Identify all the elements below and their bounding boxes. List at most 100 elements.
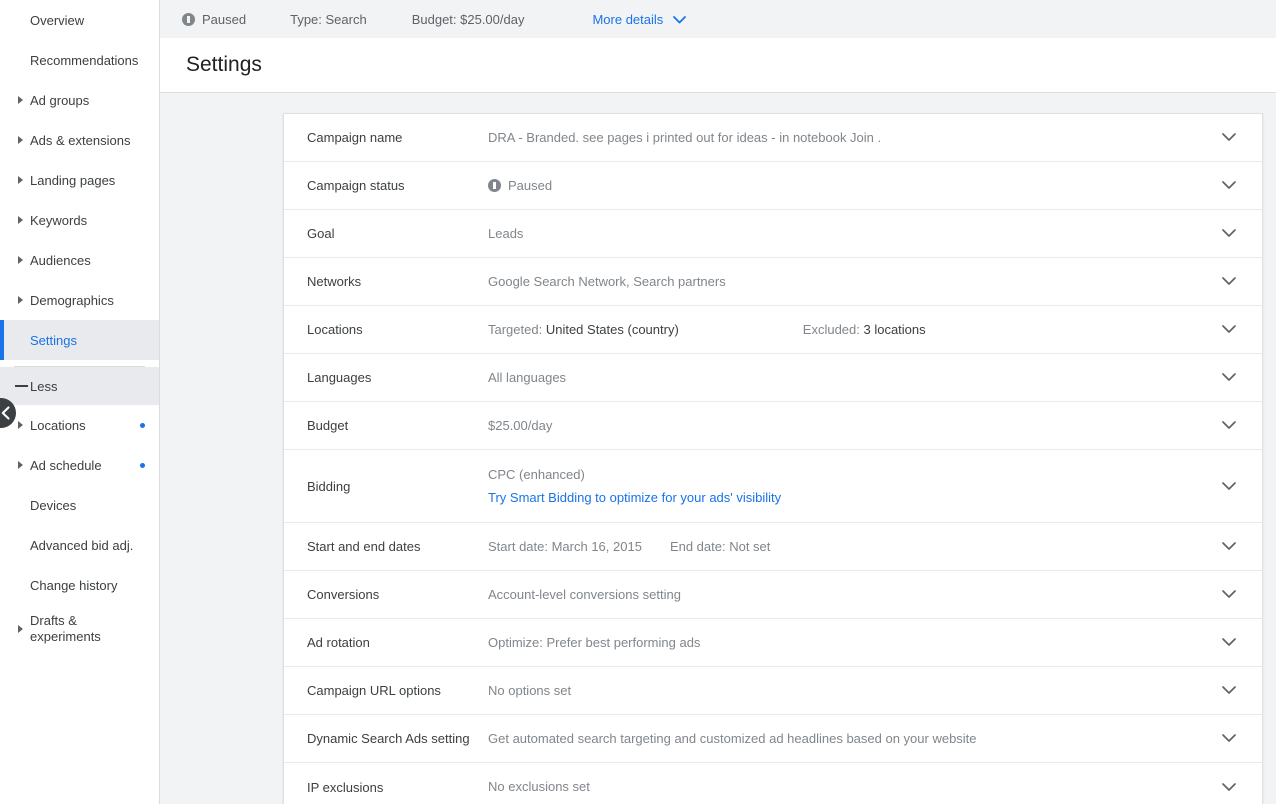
sidebar-item-overview[interactable]: Overview [0, 0, 159, 40]
row-label: Budget [307, 418, 349, 433]
campaign-type-label: Type: Search [290, 11, 367, 27]
sidebar-item-demographics[interactable]: Demographics [0, 280, 159, 320]
minus-icon [15, 385, 28, 387]
start-date-text: Start date: March 16, 2015 [488, 538, 642, 554]
expand-chevron-down-icon[interactable] [1220, 682, 1238, 700]
row-value: DRA - Branded. see pages i printed out f… [488, 129, 882, 145]
expand-chevron-down-icon[interactable] [1220, 477, 1238, 495]
row-value: Paused [488, 177, 1216, 195]
content-area: Campaign name DRA - Branded. see pages i… [160, 94, 1276, 804]
row-label: Dynamic Search Ads setting [307, 731, 470, 746]
sidebar-item-advanced-bid-adj[interactable]: Advanced bid adj. [0, 525, 159, 565]
row-value: CPC (enhanced) Try Smart Bidding to opti… [488, 466, 1216, 507]
chevron-left-icon [0, 406, 11, 420]
row-label: Locations [307, 322, 363, 337]
expand-chevron-down-icon[interactable] [1220, 538, 1238, 556]
expand-arrow-icon [18, 296, 23, 304]
expand-chevron-down-icon[interactable] [1220, 225, 1238, 243]
sidebar-item-keywords[interactable]: Keywords [0, 200, 159, 240]
settings-row-start-end-dates[interactable]: Start and end dates Start date: March 16… [284, 523, 1262, 571]
settings-row-goal[interactable]: Goal Leads [284, 210, 1262, 258]
expand-chevron-down-icon[interactable] [1220, 778, 1238, 796]
sidebar-item-devices[interactable]: Devices [0, 485, 159, 525]
settings-row-networks[interactable]: Networks Google Search Network, Search p… [284, 258, 1262, 306]
excluded-prefix: Excluded: [802, 321, 864, 337]
expand-chevron-down-icon[interactable] [1220, 730, 1238, 748]
row-label: Languages [307, 370, 372, 385]
expand-chevron-down-icon[interactable] [1220, 273, 1238, 291]
expand-arrow-icon [18, 421, 23, 429]
expand-chevron-down-icon[interactable] [1220, 177, 1238, 195]
smart-bidding-link[interactable]: Try Smart Bidding to optimize for your a… [488, 489, 1216, 507]
sidebar-item-label: Settings [30, 332, 77, 348]
pause-circle-icon [182, 12, 195, 26]
notification-dot-icon [140, 462, 145, 468]
expand-chevron-down-icon[interactable] [1220, 129, 1238, 147]
row-label: Campaign name [307, 130, 403, 145]
settings-row-campaign-url-options[interactable]: Campaign URL options No options set [284, 667, 1262, 715]
settings-row-languages[interactable]: Languages All languages [284, 354, 1262, 402]
row-value: No exclusions set [488, 779, 590, 794]
sidebar-item-label: Change history [30, 577, 118, 593]
expand-chevron-down-icon[interactable] [1220, 417, 1238, 435]
sidebar-item-landing-pages[interactable]: Landing pages [0, 160, 159, 200]
sidebar-item-label: Ads & extensions [30, 132, 131, 148]
app-root: Overview Recommendations Ad groups Ads &… [0, 0, 1276, 804]
settings-row-ip-exclusions[interactable]: IP exclusions No exclusions set [284, 763, 1262, 804]
row-value: Get automated search targeting and custo… [488, 730, 977, 746]
settings-row-bidding[interactable]: Bidding CPC (enhanced) Try Smart Bidding… [284, 450, 1262, 523]
expand-arrow-icon [18, 136, 23, 144]
expand-arrow-icon [18, 96, 23, 104]
more-details-button[interactable]: More details [592, 11, 687, 27]
expand-arrow-icon [18, 216, 23, 224]
sidebar-item-audiences[interactable]: Audiences [0, 240, 159, 280]
sidebar-item-locations[interactable]: Locations [0, 405, 159, 445]
row-label: Conversions [307, 587, 380, 602]
row-label: Ad rotation [307, 635, 370, 650]
sidebar-item-label: Overview [30, 12, 85, 28]
locations-targeted: Targeted: United States (country) [488, 321, 679, 339]
pause-circle-icon [488, 179, 501, 192]
sidebar-item-recommendations[interactable]: Recommendations [0, 40, 159, 80]
sidebar-item-settings[interactable]: Settings [0, 320, 159, 360]
row-label: IP exclusions [307, 779, 384, 795]
sidebar-item-change-history[interactable]: Change history [0, 565, 159, 605]
expand-chevron-down-icon[interactable] [1220, 586, 1238, 604]
settings-row-budget[interactable]: Budget $25.00/day [284, 402, 1262, 450]
sidebar-item-ad-groups[interactable]: Ad groups [0, 80, 159, 120]
settings-row-campaign-name[interactable]: Campaign name DRA - Branded. see pages i… [284, 114, 1262, 162]
row-value-text: Paused [508, 177, 553, 193]
sidebar-less-toggle[interactable]: Less [0, 367, 159, 405]
row-label: Goal [307, 226, 335, 241]
sidebar-item-ads-extensions[interactable]: Ads & extensions [0, 120, 159, 160]
settings-row-locations[interactable]: Locations Targeted: United States (count… [284, 306, 1262, 354]
expand-arrow-icon [18, 256, 23, 264]
page-header: Settings [160, 38, 1276, 93]
settings-row-dynamic-search-ads[interactable]: Dynamic Search Ads setting Get automated… [284, 715, 1262, 763]
sidebar-item-drafts-experiments[interactable]: Drafts & experiments [0, 605, 159, 653]
expand-chevron-down-icon[interactable] [1220, 634, 1238, 652]
bidding-strategy-text: CPC (enhanced) [488, 466, 585, 482]
sidebar-item-label: Drafts & experiments [30, 613, 101, 644]
row-value: Start date: March 16, 2015 End date: Not… [488, 538, 1216, 556]
row-value: Targeted: United States (country) Exclud… [488, 321, 1216, 339]
expand-chevron-down-icon[interactable] [1220, 321, 1238, 339]
end-date-text: End date: Not set [669, 538, 771, 554]
sidebar-item-label: Demographics [30, 292, 114, 308]
settings-row-conversions[interactable]: Conversions Account-level conversions se… [284, 571, 1262, 619]
row-label: Start and end dates [307, 539, 421, 554]
status-badge-label: Paused [202, 11, 247, 27]
expand-chevron-down-icon[interactable] [1220, 369, 1238, 387]
row-value: All languages [488, 369, 567, 385]
locations-excluded: Excluded: 3 locations [803, 321, 926, 339]
settings-card: Campaign name DRA - Branded. see pages i… [283, 113, 1263, 804]
sidebar-item-ad-schedule[interactable]: Ad schedule [0, 445, 159, 485]
sidebar-item-label: Advanced bid adj. [30, 537, 134, 553]
settings-row-campaign-status[interactable]: Campaign status Paused [284, 162, 1262, 210]
expand-arrow-icon [18, 461, 23, 469]
more-details-label: More details [592, 11, 664, 27]
row-value: Account-level conversions setting [488, 586, 681, 602]
row-label: Campaign URL options [307, 683, 441, 698]
settings-row-ad-rotation[interactable]: Ad rotation Optimize: Prefer best perfor… [284, 619, 1262, 667]
sidebar-item-label: Keywords [30, 212, 88, 228]
